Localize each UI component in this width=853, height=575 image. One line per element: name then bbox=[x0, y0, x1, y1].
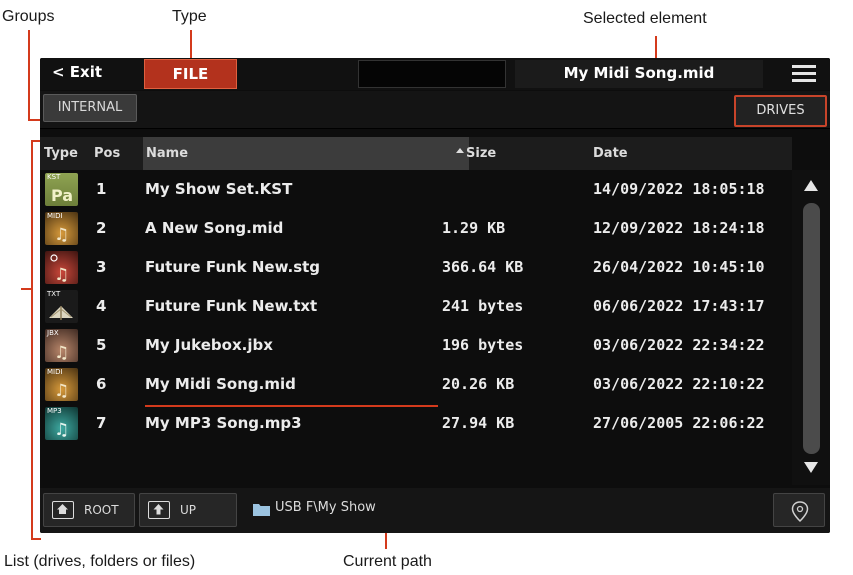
type-leader bbox=[190, 30, 192, 59]
row-date: 12/09/2022 18:24:18 bbox=[593, 219, 765, 237]
column-header-pos[interactable]: Pos bbox=[94, 137, 120, 170]
row-name: Future Funk New.txt bbox=[145, 297, 318, 315]
sort-ascending-icon bbox=[456, 148, 464, 153]
selected-element-callout: Selected element bbox=[583, 10, 707, 27]
midi-file-icon: MIDI ♫ bbox=[45, 212, 78, 245]
scroll-up-arrow-icon[interactable] bbox=[804, 180, 818, 191]
file-list: KST Pa 1 My Show Set.KST 14/09/2022 18:0… bbox=[40, 170, 792, 485]
row-pos: 4 bbox=[96, 297, 107, 315]
current-path-callout: Current path bbox=[343, 553, 432, 570]
list-item[interactable]: JBX ♫ 5 My Jukebox.jbx 196 bytes 03/06/2… bbox=[40, 326, 792, 365]
style-file-icon: ♫ bbox=[45, 251, 78, 284]
hamburger-icon[interactable] bbox=[792, 65, 816, 83]
list-item[interactable]: MIDI ♫ 6 My Midi Song.mid 20.26 KB 03/06… bbox=[40, 365, 792, 404]
row-pos: 5 bbox=[96, 336, 107, 354]
svg-text:♫: ♫ bbox=[54, 265, 69, 284]
exit-button[interactable]: < Exit bbox=[52, 63, 102, 81]
file-browser-screen: < Exit FILE My Midi Song.mid INTERNAL DR… bbox=[40, 58, 830, 533]
scrollbar[interactable] bbox=[792, 170, 830, 485]
scroll-down-arrow-icon[interactable] bbox=[804, 462, 818, 473]
drives-button[interactable]: DRIVES bbox=[734, 95, 827, 127]
up-button-label: UP bbox=[180, 503, 197, 517]
column-header-name[interactable]: Name bbox=[143, 137, 469, 170]
empty-display-box bbox=[358, 60, 506, 88]
pa-set-icon: KST Pa bbox=[45, 173, 78, 206]
row-date: 06/06/2022 17:43:17 bbox=[593, 297, 765, 315]
column-header-type[interactable]: Type bbox=[44, 137, 78, 170]
svg-text:Pa: Pa bbox=[51, 186, 73, 205]
groups-leader-vertical bbox=[28, 30, 30, 121]
row-pos: 3 bbox=[96, 258, 107, 276]
txt-file-icon: TXT bbox=[45, 290, 78, 323]
selected-element-underline bbox=[145, 405, 438, 407]
list-callout: List (drives, folders or files) bbox=[4, 553, 196, 570]
svg-text:♫: ♫ bbox=[54, 420, 69, 440]
svg-text:♫: ♫ bbox=[54, 381, 69, 401]
selected-element-display: My Midi Song.mid bbox=[515, 60, 763, 88]
current-path: USB F\My Show bbox=[275, 500, 376, 515]
row-name: My Midi Song.mid bbox=[145, 375, 296, 393]
scroll-track[interactable] bbox=[803, 203, 820, 454]
row-size: 20.26 KB bbox=[442, 375, 515, 393]
row-size: 196 bytes bbox=[442, 336, 524, 354]
row-date: 03/06/2022 22:34:22 bbox=[593, 336, 765, 354]
list-leader-vertical bbox=[31, 140, 33, 540]
top-bar: < Exit FILE My Midi Song.mid bbox=[40, 58, 830, 90]
table-header: Type Pos Name Size Date bbox=[40, 137, 792, 170]
row-date: 03/06/2022 22:10:22 bbox=[593, 375, 765, 393]
svg-text:♫: ♫ bbox=[54, 343, 69, 362]
folder-icon bbox=[253, 504, 270, 516]
row-name: My MP3 Song.mp3 bbox=[145, 414, 302, 432]
list-item[interactable]: KST Pa 1 My Show Set.KST 14/09/2022 18:0… bbox=[40, 170, 792, 209]
svg-text:♫: ♫ bbox=[54, 225, 69, 245]
row-pos: 7 bbox=[96, 414, 107, 432]
row-name: Future Funk New.stg bbox=[145, 258, 321, 276]
up-folder-icon bbox=[148, 501, 170, 519]
location-pin-button[interactable] bbox=[773, 493, 825, 527]
list-item[interactable]: MP3 ♫ 7 My MP3 Song.mp3 27.94 KB 27/06/2… bbox=[40, 404, 792, 443]
list-item[interactable]: TXT 4 Future Funk New.txt 241 bytes 06/0… bbox=[40, 287, 792, 326]
groups-bar: INTERNAL DRIVES bbox=[40, 91, 830, 129]
current-path-leader bbox=[385, 533, 387, 549]
bottom-bar: ROOT UP USB F\My Show bbox=[40, 488, 830, 533]
row-pos: 6 bbox=[96, 375, 107, 393]
list-leader-bottom bbox=[31, 538, 41, 540]
list-leader-mid bbox=[21, 288, 31, 290]
row-pos: 2 bbox=[96, 219, 107, 237]
location-pin-icon bbox=[791, 501, 809, 523]
column-header-name-label: Name bbox=[146, 146, 189, 161]
row-size: 27.94 KB bbox=[442, 414, 515, 432]
list-item[interactable]: ♫ 3 Future Funk New.stg 366.64 KB 26/04/… bbox=[40, 248, 792, 287]
root-folder-icon bbox=[52, 501, 74, 519]
groups-callout: Groups bbox=[2, 8, 55, 25]
row-size: 366.64 KB bbox=[442, 258, 524, 276]
up-button[interactable]: UP bbox=[139, 493, 237, 527]
root-button[interactable]: ROOT bbox=[43, 493, 135, 527]
selected-element-leader bbox=[655, 36, 657, 60]
column-header-date[interactable]: Date bbox=[593, 137, 628, 170]
mp3-file-icon: MP3 ♫ bbox=[45, 407, 78, 440]
row-date: 27/06/2005 22:06:22 bbox=[593, 414, 765, 432]
internal-group-button[interactable]: INTERNAL bbox=[43, 94, 137, 122]
row-name: My Jukebox.jbx bbox=[145, 336, 273, 354]
jukebox-file-icon: JBX ♫ bbox=[45, 329, 78, 362]
type-button[interactable]: FILE bbox=[144, 59, 237, 89]
row-size: 1.29 KB bbox=[442, 219, 506, 237]
list-item[interactable]: MIDI ♫ 2 A New Song.mid 1.29 KB 12/09/20… bbox=[40, 209, 792, 248]
column-header-size[interactable]: Size bbox=[466, 137, 496, 170]
row-name: A New Song.mid bbox=[145, 219, 284, 237]
type-callout: Type bbox=[172, 8, 207, 25]
row-date: 14/09/2022 18:05:18 bbox=[593, 180, 765, 198]
row-name: My Show Set.KST bbox=[145, 180, 293, 198]
root-button-label: ROOT bbox=[84, 503, 119, 517]
row-size: 241 bytes bbox=[442, 297, 524, 315]
midi-file-icon: MIDI ♫ bbox=[45, 368, 78, 401]
row-pos: 1 bbox=[96, 180, 107, 198]
row-date: 26/04/2022 10:45:10 bbox=[593, 258, 765, 276]
